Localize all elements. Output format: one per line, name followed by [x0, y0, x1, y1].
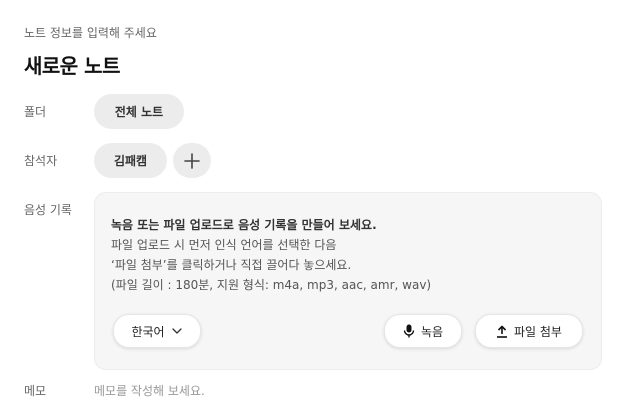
form-subtitle: 노트 정보를 입력해 주세요: [24, 26, 157, 40]
voice-instruction-line: ‘파일 첨부’를 클릭하거나 직접 끌어다 놓으세요.: [111, 258, 352, 272]
memo-label: 메모: [24, 384, 47, 398]
voice-instruction-title: 녹음 또는 파일 업로드로 음성 기록을 만들어 보세요.: [111, 218, 377, 232]
voice-instruction-line: 파일 업로드 시 먼저 인식 언어를 선택한 다음: [111, 238, 337, 252]
memo-input[interactable]: 메모를 작성해 보세요.: [94, 382, 205, 399]
attendee-chip-label: 김패캠: [113, 154, 148, 168]
folder-chip-label: 전체 노트: [114, 105, 164, 119]
folder-label: 폴더: [24, 105, 47, 119]
upload-icon: [497, 325, 507, 338]
voice-record-dropzone[interactable]: 녹음 또는 파일 업로드로 음성 기록을 만들어 보세요. 파일 업로드 시 먼…: [94, 192, 602, 370]
add-attendee-button[interactable]: [173, 143, 211, 178]
language-select-value: 한국어: [131, 324, 165, 339]
voice-record-label: 음성 기록: [24, 203, 72, 217]
page-title: 새로운 노트: [24, 54, 120, 78]
folder-chip[interactable]: 전체 노트: [94, 94, 184, 129]
attach-file-button[interactable]: 파일 첨부: [475, 314, 583, 348]
attach-file-button-label: 파일 첨부: [514, 324, 562, 339]
attendees-label: 참석자: [24, 154, 58, 168]
plus-icon: [184, 152, 200, 169]
attendee-chip[interactable]: 김패캠: [94, 143, 167, 178]
mic-icon: [403, 324, 415, 338]
chevron-down-icon: [171, 328, 182, 334]
voice-instruction-line: (파일 길이 : 180분, 지원 형식: m4a, mp3, aac, amr…: [111, 278, 432, 292]
record-button[interactable]: 녹음: [384, 314, 462, 348]
language-select[interactable]: 한국어: [113, 314, 201, 348]
record-button-label: 녹음: [420, 324, 444, 339]
